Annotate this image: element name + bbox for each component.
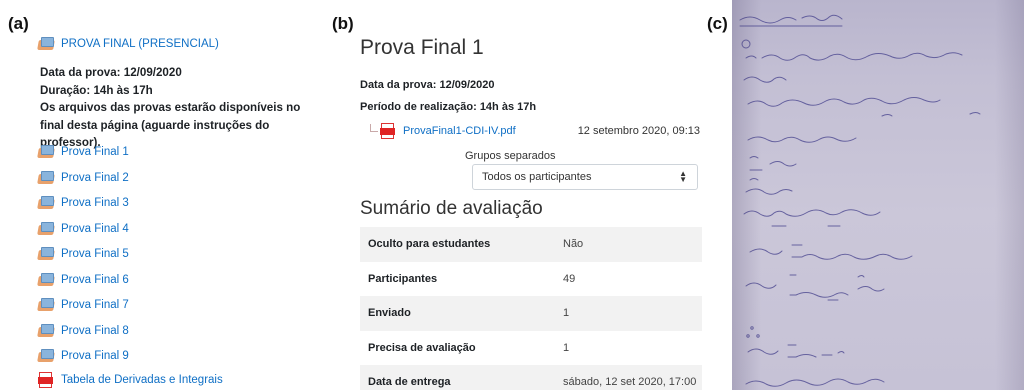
- list-item-label[interactable]: Prova Final 6: [61, 274, 129, 286]
- list-item-label[interactable]: Prova Final 1: [61, 146, 129, 158]
- exam-duration: Duração: 14h às 17h: [40, 83, 153, 97]
- groups-select[interactable]: Todos os participantes ▲ ▼: [472, 164, 698, 190]
- handwritten-answer-photo: [732, 0, 1024, 390]
- list-item[interactable]: Prova Final 9: [37, 346, 129, 366]
- groups-label: Grupos separados: [465, 150, 556, 162]
- table-row: Oculto para estudantes Não: [360, 227, 702, 262]
- assignment-icon: [37, 196, 55, 210]
- assignment-icon: [37, 37, 55, 51]
- list-item-label[interactable]: Prova Final 3: [61, 197, 129, 209]
- grading-summary-table: Oculto para estudantes Não Participantes…: [360, 227, 702, 390]
- list-item[interactable]: Prova Final 1: [37, 142, 129, 162]
- assignment-dates: Data da prova: 12/09/2020 Período de rea…: [360, 74, 536, 118]
- assignment-icon: [37, 221, 55, 236]
- select-caret-icon: ▲ ▼: [679, 169, 687, 184]
- table-row: Enviado 1: [360, 296, 702, 331]
- exam-info: Data da prova: 12/09/2020 Duração: 14h à…: [40, 64, 325, 152]
- pdf-icon: [38, 372, 54, 388]
- exam-section-label[interactable]: PROVA FINAL (PRESENCIAL): [61, 38, 219, 50]
- handwriting-scribbles: [739, 14, 981, 387]
- list-item-label[interactable]: Prova Final 9: [61, 350, 129, 362]
- assignment-icon: [37, 145, 55, 159]
- derivatives-table-label[interactable]: Tabela de Derivadas e Integrais: [61, 374, 223, 386]
- assignment-icon: [37, 247, 55, 261]
- exam-section-link[interactable]: PROVA FINAL (PRESENCIAL): [37, 34, 219, 54]
- course-section-panel: (a) PROVA FINAL (PRESENCIAL) Data da pro…: [0, 0, 332, 390]
- assignment-panel: (b) Prova Final 1 Data da prova: 12/09/2…: [332, 0, 710, 390]
- table-row: Precisa de avaliação 1: [360, 331, 702, 366]
- summary-heading: Sumário de avaliação: [360, 198, 543, 219]
- row-value: 1: [563, 341, 570, 354]
- row-key: Participantes: [368, 272, 438, 285]
- panel-label-c: (c): [707, 14, 728, 33]
- assignment-icon: [37, 298, 55, 312]
- attachment-row: ProvaFinal1-CDI-IV.pdf 12 setembro 2020,…: [370, 121, 700, 141]
- row-value: sábado, 12 set 2020, 17:00: [563, 376, 697, 389]
- list-item-label[interactable]: Prova Final 7: [61, 299, 129, 311]
- list-item-label[interactable]: Prova Final 5: [61, 248, 129, 260]
- table-row: Data de entrega sábado, 12 set 2020, 17:…: [360, 365, 702, 390]
- panel-label-a: (a): [8, 14, 29, 33]
- list-item[interactable]: Prova Final 4: [37, 219, 129, 239]
- list-item[interactable]: Prova Final 7: [37, 295, 129, 315]
- derivatives-table-link[interactable]: Tabela de Derivadas e Integrais: [38, 370, 223, 390]
- assignment-icon: [37, 349, 55, 363]
- pdf-icon: [380, 123, 396, 139]
- handwritten-answer-panel: (c): [707, 0, 1024, 390]
- list-item-label[interactable]: Prova Final 8: [61, 325, 129, 337]
- list-item-label[interactable]: Prova Final 2: [61, 172, 129, 184]
- list-item[interactable]: Prova Final 5: [37, 244, 129, 264]
- row-key: Precisa de avaliação: [368, 341, 476, 354]
- groups-select-value: Todos os participantes: [482, 171, 592, 183]
- list-item[interactable]: Prova Final 6: [37, 270, 129, 290]
- row-value: Não: [563, 238, 584, 251]
- assignment-icon: [37, 323, 55, 338]
- exam-period: Período de realização: 14h às 17h: [360, 101, 537, 113]
- attachment-date: 12 setembro 2020, 09:13: [577, 125, 700, 137]
- page-title: Prova Final 1: [360, 36, 484, 59]
- exam-date: Data da prova: 12/09/2020: [360, 79, 495, 91]
- assignment-icon: [37, 170, 55, 185]
- list-item-label[interactable]: Prova Final 4: [61, 223, 129, 235]
- list-item[interactable]: Prova Final 8: [37, 321, 129, 341]
- list-item[interactable]: Prova Final 3: [37, 193, 129, 213]
- row-key: Data de entrega: [368, 376, 451, 389]
- exam-date: Data da prova: 12/09/2020: [40, 66, 182, 79]
- row-key: Oculto para estudantes: [368, 238, 491, 251]
- panel-label-b: (b): [332, 14, 354, 33]
- row-value: 49: [563, 272, 576, 285]
- list-item[interactable]: Prova Final 2: [37, 168, 129, 188]
- row-key: Enviado: [368, 307, 411, 320]
- table-row: Participantes 49: [360, 262, 702, 297]
- assignment-icon: [37, 272, 55, 287]
- tree-connector: [370, 124, 378, 132]
- row-value: 1: [563, 307, 570, 320]
- attachment-link[interactable]: ProvaFinal1-CDI-IV.pdf: [403, 125, 516, 137]
